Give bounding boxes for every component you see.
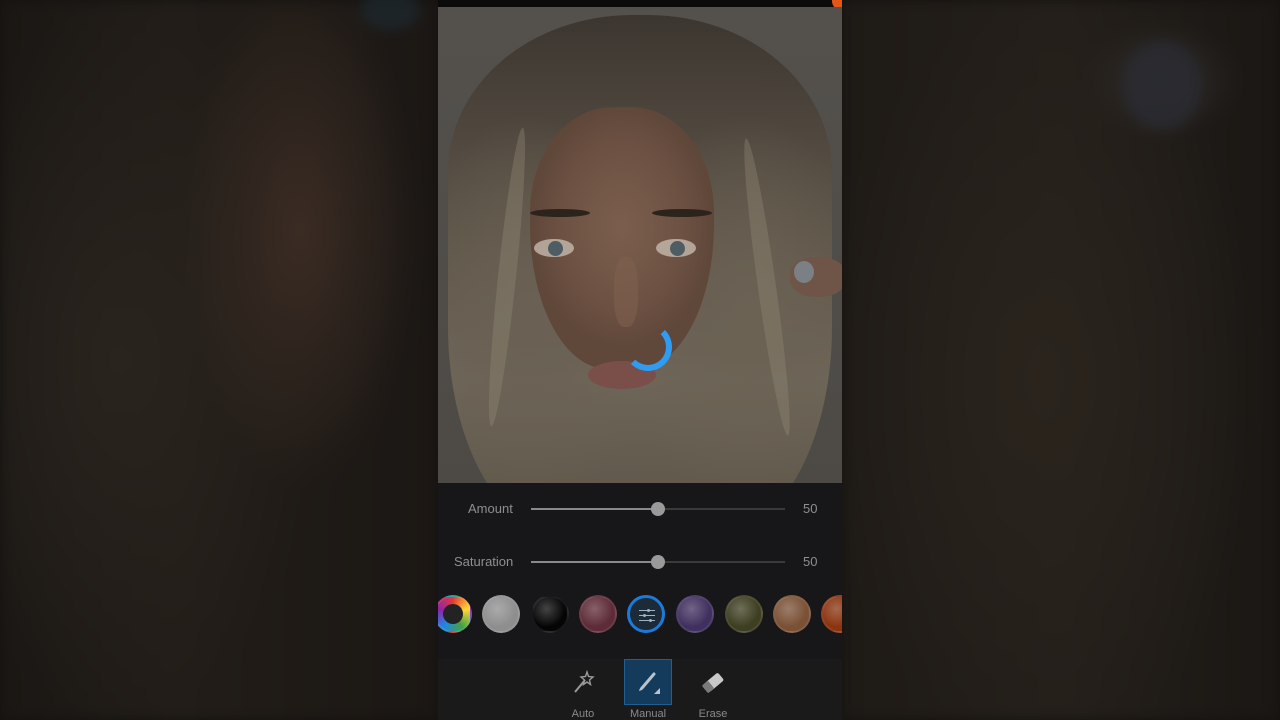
saturation-slider-fill	[531, 561, 658, 563]
loading-spinner	[624, 323, 672, 371]
iris-right	[670, 241, 685, 256]
hair-color-controls: Amount 50 Saturation 50	[438, 483, 842, 659]
swatch-adjust[interactable]	[627, 595, 665, 633]
photo-fingernail	[794, 261, 814, 283]
swatch-copper[interactable]	[773, 595, 811, 633]
amount-value: 50	[803, 501, 818, 516]
tool-manual-label: Manual	[629, 708, 667, 720]
bottom-toolbar: Auto Manual Erase	[438, 659, 842, 720]
swatch-black[interactable]	[531, 595, 569, 633]
amount-slider-row: Amount 50	[438, 494, 842, 524]
status-strip	[438, 0, 842, 7]
brush-icon	[624, 659, 672, 705]
swatch-color-wheel[interactable]	[438, 595, 472, 633]
swatch-olive[interactable]	[725, 595, 763, 633]
swatch-orange[interactable]	[821, 595, 842, 633]
magic-wand-icon	[559, 659, 607, 705]
saturation-value: 50	[803, 554, 818, 569]
blurred-background-right	[842, 0, 1280, 720]
color-wheel-icon	[443, 604, 463, 624]
photo-face	[530, 107, 714, 369]
tool-auto[interactable]: Auto	[559, 659, 607, 720]
photo-nose	[614, 257, 638, 327]
saturation-label: Saturation	[454, 554, 514, 569]
saturation-slider[interactable]	[531, 555, 785, 569]
color-swatch-strip	[438, 593, 842, 635]
swatch-silver[interactable]	[482, 595, 520, 633]
amount-label: Amount	[468, 501, 513, 516]
swatch-rose[interactable]	[579, 595, 617, 633]
eyebrow-left	[530, 209, 590, 217]
saturation-slider-row: Saturation 50	[438, 547, 842, 577]
blurred-eye	[360, 0, 420, 30]
eyebrow-right	[652, 209, 712, 217]
amount-slider[interactable]	[531, 502, 785, 516]
tool-erase[interactable]: Erase	[689, 659, 737, 720]
iris-left	[548, 241, 563, 256]
app-screen: Amount 50 Saturation 50 Auto Manual Eras…	[438, 0, 842, 720]
saturation-slider-thumb[interactable]	[651, 555, 665, 569]
swatch-purple[interactable]	[676, 595, 714, 633]
sliders-adjust-icon	[639, 607, 655, 623]
amount-slider-thumb[interactable]	[651, 502, 665, 516]
tool-manual[interactable]: Manual	[624, 659, 672, 720]
blurred-fingernail	[1122, 40, 1202, 130]
amount-slider-fill	[531, 508, 658, 510]
tool-erase-label: Erase	[698, 708, 728, 720]
eraser-icon	[689, 659, 737, 705]
photo-canvas[interactable]	[438, 7, 842, 483]
tool-auto-label: Auto	[571, 708, 595, 720]
blurred-background-left	[0, 0, 438, 720]
